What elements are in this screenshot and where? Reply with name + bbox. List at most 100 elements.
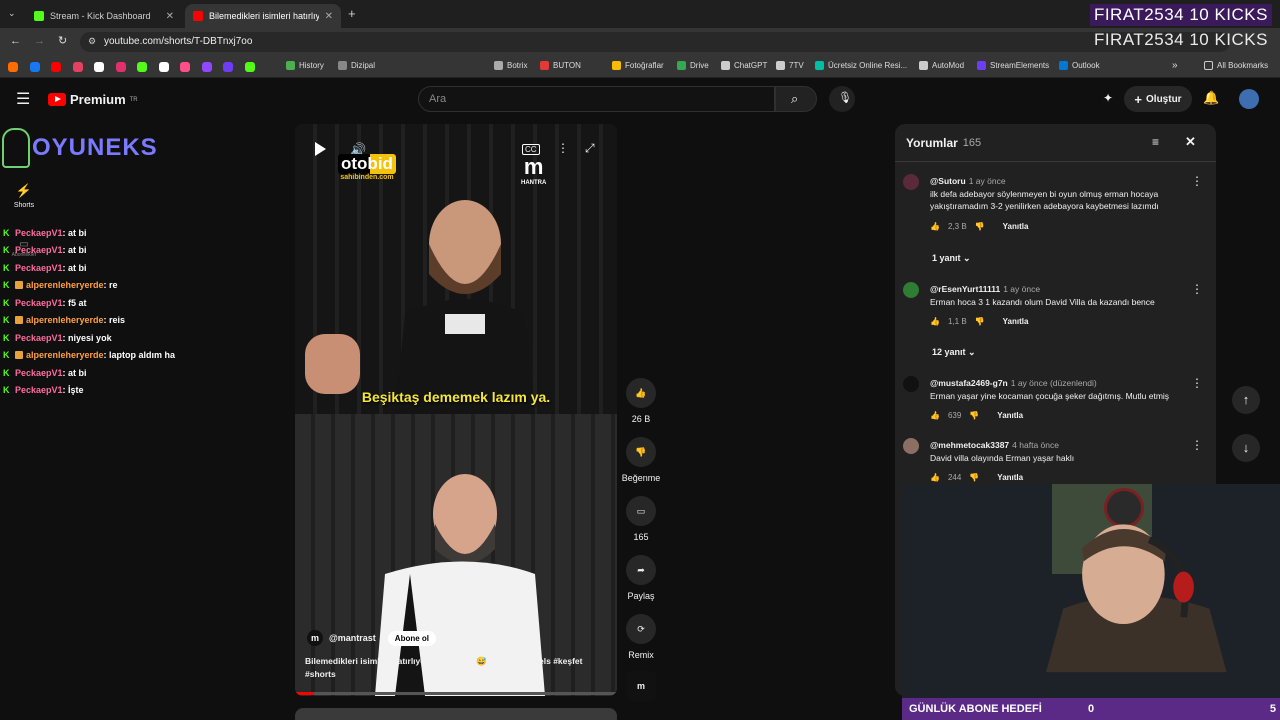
bookmark-chatgpt[interactable]: ChatGPT (721, 61, 767, 70)
channel-thumb[interactable]: m (622, 671, 660, 707)
bookmark-favicon-icon[interactable] (223, 62, 233, 72)
progress-bar[interactable] (295, 692, 617, 695)
thumbs-up-icon[interactable]: 👍 (930, 317, 940, 326)
search-button[interactable]: ⌕ (775, 86, 817, 112)
kick-badge-icon: K (3, 227, 10, 238)
share-button[interactable]: ➦ Paylaş (622, 555, 660, 601)
comments-button[interactable]: ▭ 165 (622, 496, 660, 542)
remix-button[interactable]: ⟳ Remix (622, 614, 660, 660)
url-field[interactable]: ⚙ youtube.com/shorts/T-DBTnxj7oo (80, 32, 1230, 52)
comment-author[interactable]: @Sutoru 1 ay önce (930, 176, 1006, 186)
previous-video-button[interactable]: ↑ (1232, 386, 1260, 414)
bookmark-favicon-icon[interactable] (201, 62, 212, 72)
thumbs-down-icon[interactable]: 👎 (975, 222, 985, 231)
bookmark-buton[interactable]: BUTON (540, 61, 581, 70)
chat-text: : at bi (62, 245, 87, 256)
more-options-icon[interactable]: ⋮ (1191, 282, 1203, 296)
nav-shorts[interactable]: ⚡ Shorts (8, 182, 40, 209)
thumbs-up-icon[interactable]: 👍 (930, 222, 940, 231)
site-info-icon[interactable]: ⚙ (88, 36, 96, 47)
bookmark-favicon-icon[interactable] (29, 62, 40, 72)
bookmark-favicon-icon[interactable] (51, 62, 61, 72)
thumbs-down-icon[interactable]: 👎 (969, 473, 979, 482)
comment-avatar[interactable] (903, 438, 919, 454)
bookmark-streamelements[interactable]: StreamElements (977, 61, 1049, 70)
close-icon[interactable]: ✕ (1185, 134, 1196, 150)
stream-chat: K PeckaepV1: at bi K PeckaepV1: at bi K Pecka… (0, 224, 300, 399)
more-options-icon[interactable]: ⋮ (1191, 438, 1203, 452)
create-button[interactable]: + Oluştur (1124, 86, 1192, 112)
reload-icon[interactable]: ↻ (58, 34, 67, 47)
back-arrow-icon[interactable]: ← (10, 35, 21, 47)
reply-button[interactable]: Yanıtla (1003, 222, 1029, 231)
bookmark-botrix[interactable]: Botrix (494, 61, 527, 70)
bookmark-dizipal[interactable]: Dizipal (338, 61, 375, 70)
thumbs-up-icon[interactable]: 👍 (930, 473, 940, 482)
live-icon[interactable]: ✦ (1103, 91, 1113, 105)
voice-search-button[interactable]: 🎙 (829, 86, 855, 112)
tab-youtube-short[interactable]: Bilemedikleri isimleri hatırlıyor mu ✕ (185, 4, 341, 28)
bookmark-favicon-icon[interactable] (94, 62, 104, 72)
avatar[interactable] (1239, 89, 1259, 109)
replies-toggle[interactable]: 12 yanıt ⌄ (932, 347, 976, 358)
bookmark-favicon-icon[interactable] (137, 62, 147, 72)
thumbs-down-icon[interactable]: 👎 (969, 411, 979, 420)
more-options-icon[interactable]: ⋮ (557, 141, 569, 155)
comment-text: Erman yaşar yine kocaman çocuğa şeker da… (930, 391, 1170, 401)
replies-toggle[interactable]: 1 yanıt ⌄ (932, 253, 971, 264)
reply-button[interactable]: Yanıtla (997, 411, 1023, 420)
thumbs-down-icon[interactable]: 👎 (975, 317, 985, 326)
all-bookmarks[interactable]: All Bookmarks (1204, 61, 1268, 70)
comment-avatar[interactable] (903, 282, 919, 298)
logo-region: TR (129, 96, 138, 103)
bookmark-resim[interactable]: Ücretsiz Online Resi... (815, 61, 907, 70)
comment-author[interactable]: @mehmetocak3387 4 hafta önce (930, 440, 1059, 450)
play-icon[interactable] (315, 142, 326, 156)
tab-kick-dashboard[interactable]: Stream - Kick Dashboard ✕ (26, 4, 182, 28)
short-video-player[interactable]: 🔊 otobid sahibinden.com CC ⋮ ⤢ m HANTRA … (295, 124, 617, 696)
comment-author[interactable]: @mustafa2469-g7n 1 ay önce (düzenlendi) (930, 378, 1097, 388)
reply-button[interactable]: Yanıtla (1003, 317, 1029, 326)
comment-avatar[interactable] (903, 376, 919, 392)
menu-icon[interactable]: ☰ (16, 89, 30, 109)
channel-handle[interactable]: @mantrast (329, 633, 376, 643)
bookmark-favicon-icon[interactable] (72, 62, 83, 72)
more-bookmarks-icon[interactable]: » (1172, 60, 1178, 71)
subscribe-button[interactable]: Abone ol (387, 630, 437, 646)
youtube-play-icon (48, 93, 66, 106)
close-icon[interactable]: ✕ (166, 11, 174, 22)
bookmark-drive[interactable]: Drive (677, 61, 709, 70)
reply-button[interactable]: Yanıtla (997, 473, 1023, 482)
bookmark-favicon-icon[interactable] (244, 62, 255, 72)
bookmark-fotograflar[interactable]: Fotoğraflar (612, 61, 664, 70)
thumbs-up-icon[interactable]: 👍 (930, 411, 940, 420)
next-video-button[interactable]: ↓ (1232, 434, 1260, 462)
like-button[interactable]: 👍 26 B (622, 378, 660, 424)
dislike-button[interactable]: 👎 Beğenme (616, 437, 666, 483)
fullscreen-icon[interactable]: ⤢ (585, 141, 595, 156)
sort-icon[interactable]: ≡ (1152, 135, 1159, 149)
bell-icon[interactable]: 🔔 (1203, 90, 1219, 106)
new-tab-button[interactable]: + (348, 6, 356, 21)
bookmark-history[interactable]: History (286, 61, 324, 70)
remix-icon: ⟳ (626, 614, 656, 644)
bookmark-automod[interactable]: AutoMod (919, 61, 964, 70)
chat-username: alperenleheryerde (26, 280, 104, 291)
forward-arrow-icon[interactable]: → (34, 35, 45, 47)
bookmark-favicon-icon[interactable] (115, 62, 126, 72)
bookmark-favicon-icon[interactable] (8, 62, 18, 72)
youtube-logo[interactable]: Premium TR (48, 92, 138, 107)
comment-icon: ▭ (626, 496, 656, 526)
bookmark-7tv[interactable]: 7TV (776, 61, 804, 70)
bookmark-favicon-icon[interactable] (180, 62, 190, 72)
close-icon[interactable]: ✕ (325, 11, 333, 22)
tab-search-icon[interactable]: ⌄ (8, 8, 16, 19)
channel-avatar[interactable]: m (307, 630, 323, 646)
bookmark-favicon-icon[interactable] (158, 62, 169, 72)
comment-author[interactable]: @rEsenYurt11111 1 ay önce (930, 284, 1040, 294)
more-options-icon[interactable]: ⋮ (1191, 174, 1203, 188)
search-input[interactable]: Ara (418, 86, 775, 112)
comment-avatar[interactable] (903, 174, 919, 190)
bookmark-outlook[interactable]: Outlook (1059, 61, 1100, 70)
more-options-icon[interactable]: ⋮ (1191, 376, 1203, 390)
